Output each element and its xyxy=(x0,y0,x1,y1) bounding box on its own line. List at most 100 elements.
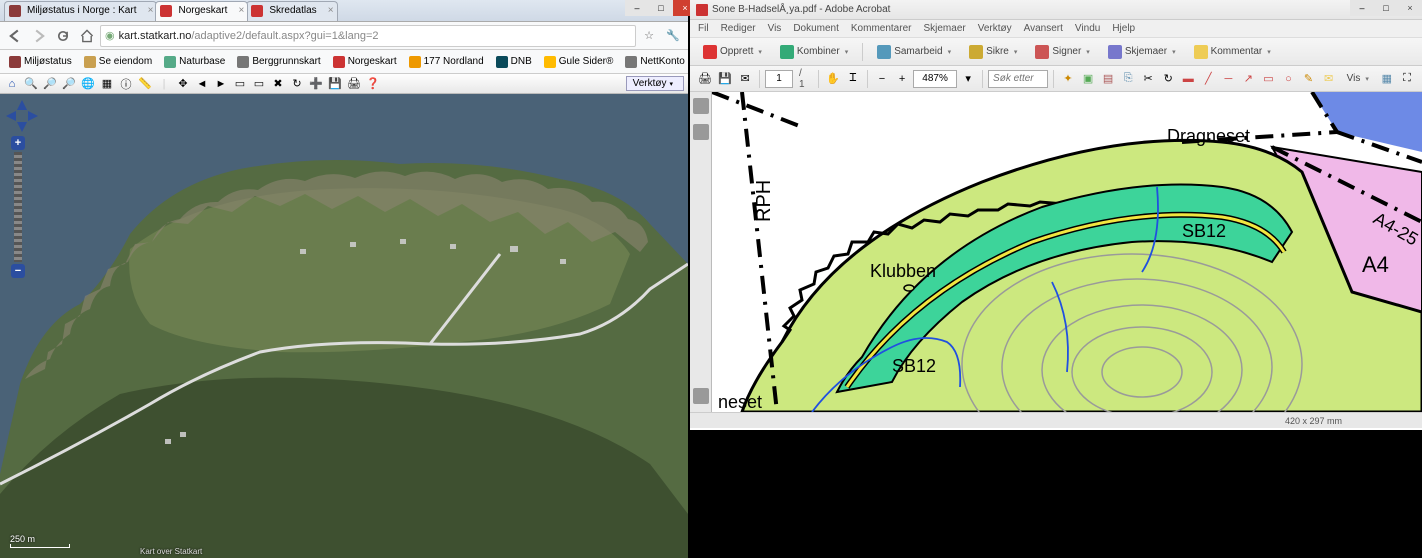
menu-hjelp[interactable]: Hjelp xyxy=(1112,23,1135,34)
sikre-button[interactable]: Sikre xyxy=(962,42,1024,62)
hand-icon[interactable]: ✋ xyxy=(824,69,842,89)
close-icon[interactable]: × xyxy=(148,5,154,16)
zoom-in-icon[interactable]: + xyxy=(893,69,911,89)
reload-button[interactable] xyxy=(52,25,74,47)
email-icon[interactable]: ✉ xyxy=(736,69,754,89)
tab-skredatlas[interactable]: Skredatlas× xyxy=(246,1,337,21)
menu-avansert[interactable]: Avansert xyxy=(1024,23,1063,34)
menu-dokument[interactable]: Dokument xyxy=(793,23,839,34)
menu-vis[interactable]: Vis xyxy=(768,23,782,34)
bookmark-star-icon[interactable]: ☆ xyxy=(638,25,660,47)
bookmarks-panel-icon[interactable] xyxy=(693,124,709,140)
tool-icon[interactable]: ⎘ xyxy=(1119,69,1137,89)
stamp-icon[interactable]: ▬ xyxy=(1179,69,1197,89)
print-icon[interactable]: 🖨 xyxy=(346,76,362,92)
chevron-down-icon[interactable]: ▾ xyxy=(959,69,977,89)
tool-icon[interactable]: ▤ xyxy=(1099,69,1117,89)
home-button[interactable] xyxy=(76,25,98,47)
minimize-button[interactable]: – xyxy=(625,0,649,16)
vis-dropdown[interactable]: Vis xyxy=(1340,69,1376,89)
refresh-icon[interactable]: ↻ xyxy=(289,76,305,92)
close-button[interactable]: × xyxy=(1398,0,1422,16)
clear-icon[interactable]: ✖ xyxy=(270,76,286,92)
bookmark-item[interactable]: Se eiendom xyxy=(79,54,157,70)
rect-icon[interactable]: ▭ xyxy=(1259,69,1277,89)
pages-panel-icon[interactable] xyxy=(693,98,709,114)
tab-norgeskart[interactable]: Norgeskart× xyxy=(155,1,248,21)
bookmark-item[interactable]: Naturbase xyxy=(159,54,230,70)
search-input[interactable] xyxy=(988,70,1048,88)
close-icon[interactable]: × xyxy=(328,5,334,16)
pan-east[interactable] xyxy=(28,111,38,121)
tab-miljostatus[interactable]: Miljøstatus i Norge : Kart× xyxy=(4,1,157,21)
select-icon[interactable]: ▭ xyxy=(232,76,248,92)
wrench-icon[interactable]: 🔧 xyxy=(662,25,684,47)
oval-icon[interactable]: ○ xyxy=(1279,69,1297,89)
pencil-icon[interactable]: ✎ xyxy=(1300,69,1318,89)
bookmark-item[interactable]: NettKonto xyxy=(620,54,688,70)
tool-icon[interactable]: ✦ xyxy=(1059,69,1077,89)
zoom-slider[interactable] xyxy=(14,152,22,262)
forward-button[interactable] xyxy=(28,25,50,47)
bookmark-item[interactable]: 177 Nordland xyxy=(404,54,489,70)
maximize-button[interactable]: □ xyxy=(1374,0,1398,16)
zoom-out-button[interactable]: − xyxy=(11,264,25,278)
layout-icon[interactable]: ▦ xyxy=(1378,69,1396,89)
bookmark-item[interactable]: Berggrunnskart xyxy=(232,54,325,70)
pdf-page-view[interactable]: RPH Klubben Dragneset SB12 SB12 A4 A4-25… xyxy=(712,92,1422,412)
save-icon[interactable]: 💾 xyxy=(327,76,343,92)
close-icon[interactable]: × xyxy=(239,5,245,16)
kommentar-button[interactable]: Kommentar xyxy=(1187,42,1278,62)
attachments-panel-icon[interactable] xyxy=(693,388,709,404)
rotate-icon[interactable]: ↻ xyxy=(1159,69,1177,89)
menu-vindu[interactable]: Vindu xyxy=(1075,23,1100,34)
select-icon[interactable]: ▭ xyxy=(251,76,267,92)
address-bar[interactable]: ◉ kart.statkart.no/adaptive2/default.asp… xyxy=(100,25,636,47)
forward-icon[interactable]: ► xyxy=(213,76,229,92)
print-icon[interactable]: 🖨 xyxy=(696,69,714,89)
back-icon[interactable]: ◄ xyxy=(194,76,210,92)
kombiner-button[interactable]: Kombiner xyxy=(773,42,855,62)
verktoy-dropdown[interactable]: Verktøy xyxy=(626,76,684,91)
save-icon[interactable]: 💾 xyxy=(716,69,734,89)
select-icon[interactable]: Ꮖ xyxy=(844,69,862,89)
opprett-button[interactable]: Opprett xyxy=(696,42,769,62)
globe-icon[interactable]: 🌐 xyxy=(80,76,96,92)
menu-verktoy[interactable]: Verktøy xyxy=(978,23,1012,34)
home-icon[interactable]: ⌂ xyxy=(4,76,20,92)
bookmark-item[interactable]: DNB xyxy=(491,54,537,70)
fullscreen-icon[interactable]: ⛶ xyxy=(1398,69,1416,89)
map-viewport[interactable]: + − 250 m Kart over Statkart xyxy=(0,94,688,558)
minimize-button[interactable]: – xyxy=(1350,0,1374,16)
bookmark-item[interactable]: Miljøstatus xyxy=(4,54,77,70)
binoculars-icon[interactable]: 🔍 xyxy=(23,76,39,92)
line-icon[interactable]: ─ xyxy=(1219,69,1237,89)
maximize-button[interactable]: □ xyxy=(649,0,673,16)
zoom-input[interactable] xyxy=(913,70,957,88)
pan-west[interactable] xyxy=(6,111,16,121)
menu-rediger[interactable]: Rediger xyxy=(721,23,756,34)
menu-skjemaer[interactable]: Skjemaer xyxy=(923,23,965,34)
samarbeid-button[interactable]: Samarbeid xyxy=(870,42,958,62)
zoom-out-icon[interactable]: − xyxy=(873,69,891,89)
page-number-input[interactable] xyxy=(765,70,793,88)
menu-kommentarer[interactable]: Kommentarer xyxy=(851,23,912,34)
skjemaer-button[interactable]: Skjemaer xyxy=(1101,42,1183,62)
pan-south[interactable] xyxy=(17,122,27,132)
menu-fil[interactable]: Fil xyxy=(698,23,709,34)
zoom-in-icon[interactable]: 🔎 xyxy=(42,76,58,92)
measure-icon[interactable]: 📏 xyxy=(137,76,153,92)
pan-north[interactable] xyxy=(17,100,27,110)
bookmark-item[interactable]: Gule Sider® xyxy=(539,54,619,70)
layers-icon[interactable]: ▦ xyxy=(99,76,115,92)
signer-button[interactable]: Signer xyxy=(1028,42,1096,62)
pan-icon[interactable]: ✥ xyxy=(175,76,191,92)
bookmark-item[interactable]: Norgeskart xyxy=(328,54,402,70)
highlight-icon[interactable]: ╱ xyxy=(1199,69,1217,89)
note-icon[interactable]: ✉ xyxy=(1320,69,1338,89)
tool-icon[interactable]: ▣ xyxy=(1079,69,1097,89)
zoom-in-button[interactable]: + xyxy=(11,136,25,150)
zoom-out-icon[interactable]: 🔎 xyxy=(61,76,77,92)
info-icon[interactable]: ⓘ xyxy=(118,76,134,92)
back-button[interactable] xyxy=(4,25,26,47)
